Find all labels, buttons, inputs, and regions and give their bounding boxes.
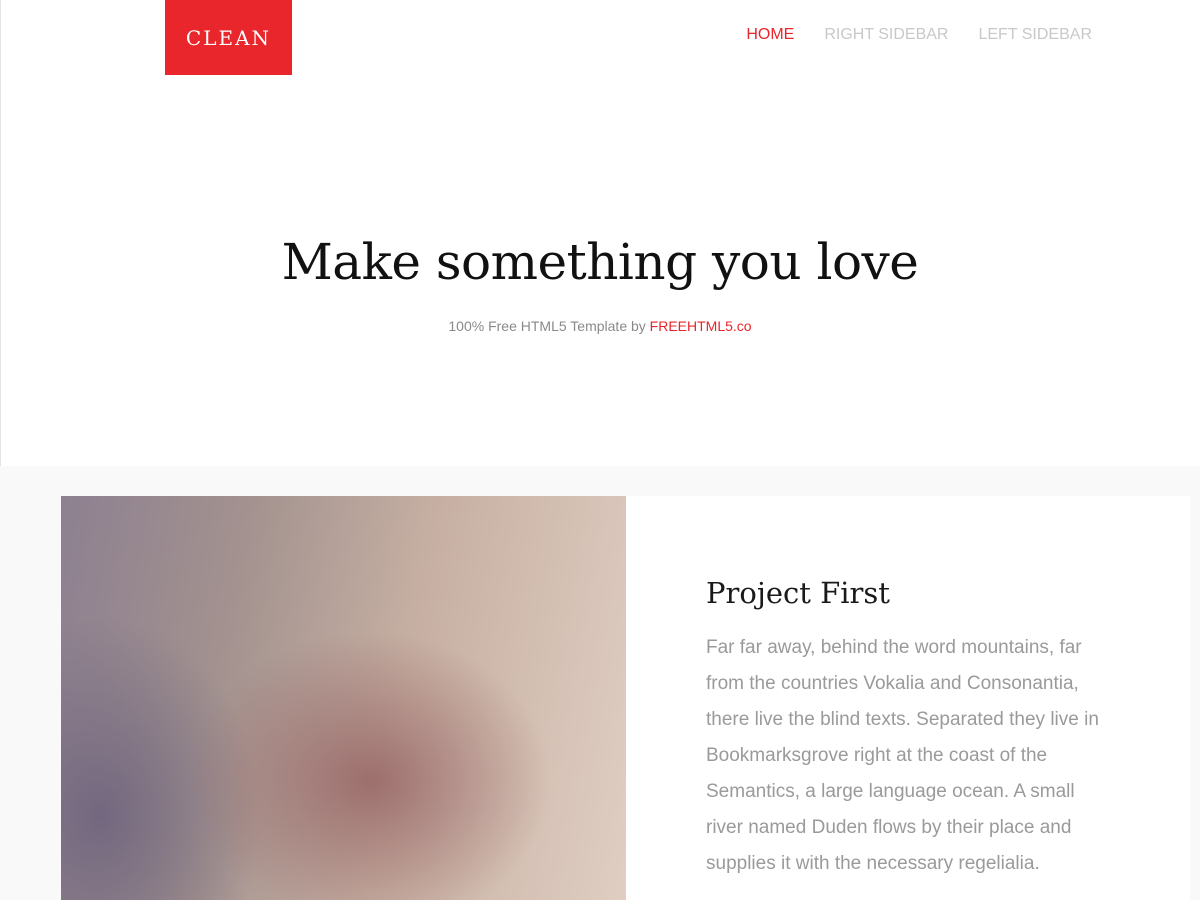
project-card: Project First Far far away, behind the w…	[626, 496, 1190, 900]
nav-item-right-sidebar[interactable]: RIGHT SIDEBAR	[824, 26, 948, 44]
project-section: Project First Far far away, behind the w…	[0, 466, 1200, 900]
hero-title: Make something you love	[281, 233, 919, 291]
logo-link[interactable]: CLEAN	[165, 0, 292, 75]
project-title[interactable]: Project First	[706, 576, 890, 610]
hero-section: Make something you love 100% Free HTML5 …	[0, 75, 1200, 466]
hero-subtitle: 100% Free HTML5 Template by FREEHTML5.co	[0, 318, 1200, 334]
freehtml5-link[interactable]: FREEHTML5.co	[650, 318, 752, 334]
hero-subtitle-text: 100% Free HTML5 Template by	[448, 318, 650, 334]
project-image[interactable]	[61, 496, 626, 900]
site-header: CLEAN HOME RIGHT SIDEBAR LEFT SIDEBAR	[0, 0, 1200, 75]
nav-item-left-sidebar[interactable]: LEFT SIDEBAR	[978, 26, 1092, 44]
nav-item-home[interactable]: HOME	[746, 26, 794, 44]
main-nav: HOME RIGHT SIDEBAR LEFT SIDEBAR	[746, 26, 1092, 44]
project-description: Far far away, behind the word mountains,…	[706, 637, 1099, 874]
